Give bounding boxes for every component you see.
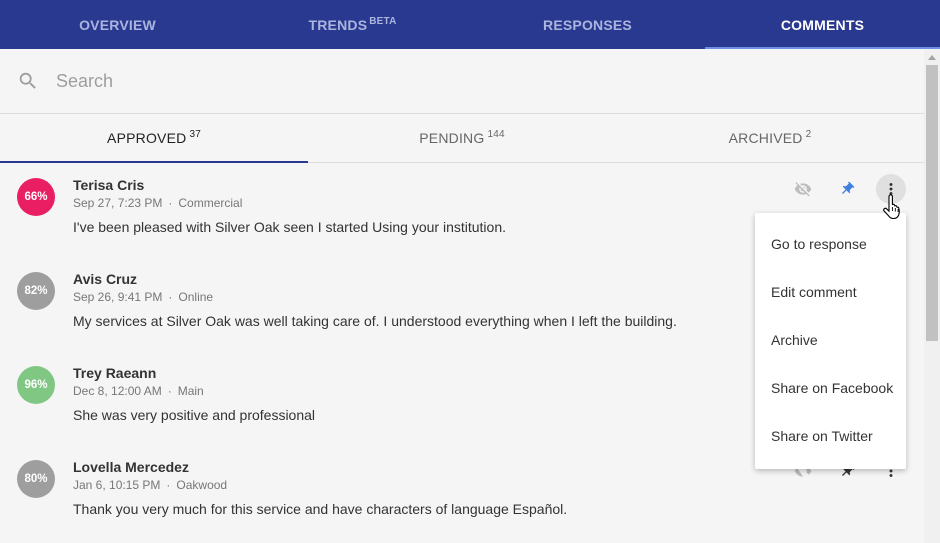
tab-overview[interactable]: OVERVIEW [0,0,235,49]
comment-author: Avis Cruz [73,271,138,287]
comment-location: Commercial [178,196,243,210]
meta-separator: · [168,196,173,210]
hide-button[interactable] [788,174,818,204]
pin-icon [842,181,855,194]
search-icon [19,72,36,89]
meta-separator: · [166,478,171,492]
menu-item-archive[interactable]: Archive [755,316,906,364]
pending-count: 144 [487,128,505,140]
comment-text: My services at Silver Oak was well takin… [73,313,677,329]
score-avatar: 66% [17,178,55,216]
score-avatar: 82% [17,272,55,310]
search-input[interactable] [56,70,756,92]
tab-trends-label: TRENDS [308,16,368,33]
tab-responses-label: RESPONSES [543,16,632,33]
scrollbar-thumb[interactable] [926,65,938,341]
eye-off-icon [794,182,812,197]
meta-separator: · [168,290,173,304]
tab-comments-label: COMMENTS [780,16,865,33]
more-vert-icon [889,183,893,195]
tab-approved[interactable]: APPROVED 37 [0,114,308,163]
tab-archived[interactable]: ARCHIVED 2 [616,114,924,162]
comment-meta: Jan 6, 10:15 PM · Oakwood [73,478,227,492]
tab-pending-label: PENDING [419,130,485,146]
menu-item-go-to-response[interactable]: Go to response [755,220,906,268]
comment-actions [788,174,906,204]
score-avatar: 96% [17,366,55,404]
menu-item-share-twitter[interactable]: Share on Twitter [755,412,906,460]
comment-text: I've been pleased with Silver Oak seen I… [73,219,507,235]
tab-approved-label: APPROVED [107,130,187,146]
beta-badge: BETA [369,16,397,27]
approved-count: 37 [189,128,201,140]
meta-separator: · [167,384,172,398]
tab-archived-label: ARCHIVED [728,130,803,146]
comment-location: Online [178,290,214,304]
comment-author: Lovella Mercedez [73,459,189,475]
comment-date: Sep 27, 7:23 PM [73,196,163,210]
menu-item-edit-comment[interactable]: Edit comment [755,268,906,316]
score-avatar: 80% [17,460,55,498]
scroll-up-arrow[interactable] [928,55,936,60]
comment-meta: Sep 27, 7:23 PM · Commercial [73,196,242,210]
comment-text: She was very positive and professional [73,407,316,423]
status-tabs: APPROVED 37 PENDING 144 ARCHIVED 2 [0,114,924,163]
comment-date: Jan 6, 10:15 PM [73,478,161,492]
comment-date: Sep 26, 9:41 PM [73,290,163,304]
tab-responses[interactable]: RESPONSES [470,0,705,49]
more-options-button[interactable] [876,174,906,204]
top-nav: OVERVIEW TRENDS BETA RESPONSES COMMENTS [0,0,940,49]
comment-author: Terisa Cris [73,177,145,193]
pin-button[interactable] [832,174,862,204]
search-bar [0,49,924,114]
comment-meta: Dec 8, 12:00 AM · Main [73,384,204,398]
comment-text: Thank you very much for this service and… [73,501,568,517]
comment-options-menu: Go to response Edit comment Archive Shar… [755,213,906,469]
scrollbar[interactable] [924,49,940,543]
tab-overview-label: OVERVIEW [79,16,156,33]
comment-location: Oakwood [176,478,228,492]
comment-location: Main [177,384,204,398]
menu-item-share-facebook[interactable]: Share on Facebook [755,364,906,412]
comment-date: Dec 8, 12:00 AM [73,384,162,398]
tab-trends[interactable]: TRENDS BETA [235,0,470,49]
tab-pending[interactable]: PENDING 144 [308,114,616,162]
tab-comments[interactable]: COMMENTS [705,0,940,49]
archived-count: 2 [805,128,812,140]
comment-author: Trey Raeann [73,365,157,381]
comment-meta: Sep 26, 9:41 PM · Online [73,290,213,304]
